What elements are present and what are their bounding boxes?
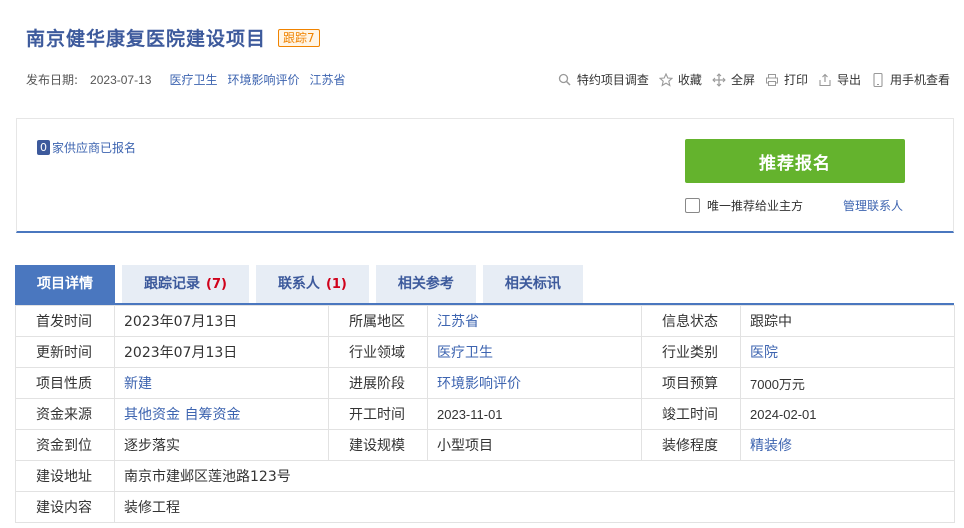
- export-action[interactable]: 导出: [818, 71, 861, 88]
- tab-label: 跟踪记录: [144, 276, 200, 292]
- completion-date-value: 2024-02-01: [740, 398, 955, 430]
- recommend-owner-checkbox[interactable]: [685, 198, 700, 213]
- action-bar: 特约项目调查 收藏 全屏 打印 导出 用手机查看: [548, 71, 950, 88]
- field-label: 首发时间: [15, 305, 115, 337]
- fullscreen-action[interactable]: 全屏: [712, 71, 755, 88]
- mobile-view-action[interactable]: 用手机查看: [871, 71, 950, 88]
- table-row: 建设地址 南京市建邺区莲池路123号: [15, 460, 955, 492]
- field-label: 项目性质: [15, 367, 115, 399]
- print-action[interactable]: 打印: [765, 71, 808, 88]
- recommend-signup-button[interactable]: 推荐报名: [685, 139, 905, 183]
- field-label: 行业类别: [641, 336, 741, 368]
- budget-value: 7000万元: [740, 367, 955, 399]
- export-label: 导出: [836, 73, 861, 87]
- supplier-count-text: 家供应商已报名: [52, 141, 137, 155]
- field-label: 所属地区: [328, 305, 428, 337]
- project-details-table: 首发时间 2023年07月13日 所属地区 江苏省 信息状态 跟踪中 更新时间 …: [15, 305, 955, 523]
- page-title: 南京健华康复医院建设项目: [26, 28, 267, 50]
- progress-stage-link[interactable]: 环境影响评价: [427, 367, 642, 399]
- tag-industry[interactable]: 医疗卫生: [169, 71, 217, 88]
- decoration-level-link[interactable]: 精装修: [740, 429, 955, 461]
- tag-stage[interactable]: 环境影响评价: [227, 71, 299, 88]
- tab-label: 项目详情: [37, 276, 93, 292]
- field-label: 项目预算: [641, 367, 741, 399]
- field-label: 竣工时间: [641, 398, 741, 430]
- start-date-value: 2023-11-01: [427, 398, 642, 430]
- survey-action[interactable]: 特约项目调查: [558, 71, 649, 88]
- mobile-icon: [871, 72, 885, 87]
- field-label: 资金到位: [15, 429, 115, 461]
- info-status-value: 跟踪中: [740, 305, 955, 337]
- field-label: 更新时间: [15, 336, 115, 368]
- field-label: 建设地址: [15, 460, 115, 492]
- mobile-view-label: 用手机查看: [889, 73, 950, 87]
- recommend-owner-option[interactable]: 唯一推荐给业主方: [685, 197, 803, 214]
- tab-count: (1): [325, 277, 347, 292]
- field-label: 行业领域: [328, 336, 428, 368]
- scale-value: 小型项目: [427, 429, 642, 461]
- manage-contacts-link[interactable]: 管理联系人: [843, 197, 903, 214]
- supplier-count-number: 0: [37, 140, 50, 155]
- construction-content-value: 装修工程: [114, 491, 955, 523]
- detail-tabs: 项目详情 跟踪记录 (7) 联系人 (1) 相关参考 相关标讯: [15, 265, 590, 303]
- printer-icon: [765, 73, 779, 87]
- favorite-action[interactable]: 收藏: [658, 71, 702, 88]
- tab-label: 相关参考: [397, 276, 454, 292]
- tab-tracking-records[interactable]: 跟踪记录 (7): [122, 265, 249, 303]
- table-row: 更新时间 2023年07月13日 行业领域 医疗卫生 行业类别 医院: [15, 336, 955, 368]
- industry-category-link[interactable]: 医院: [740, 336, 955, 368]
- publish-date: 2023-07-13: [90, 72, 152, 87]
- field-label: 装修程度: [641, 429, 741, 461]
- field-label: 建设内容: [15, 491, 115, 523]
- star-icon: [658, 72, 673, 87]
- search-doc-icon: [558, 73, 572, 87]
- tab-project-details[interactable]: 项目详情: [15, 265, 115, 303]
- tab-related-references[interactable]: 相关参考: [375, 265, 476, 303]
- tracking-badge[interactable]: 跟踪7: [278, 28, 320, 47]
- tab-count: (7): [206, 277, 227, 292]
- update-time-value: 2023年07月13日: [114, 336, 329, 368]
- tab-label: 相关标讯: [504, 276, 561, 292]
- signup-panel: 0 家供应商已报名 推荐报名 唯一推荐给业主方 管理联系人: [16, 118, 954, 233]
- survey-label: 特约项目调查: [576, 73, 649, 87]
- print-label: 打印: [783, 73, 808, 87]
- region-link[interactable]: 江苏省: [427, 305, 642, 337]
- move-arrows-icon: [712, 72, 726, 87]
- field-label: 开工时间: [328, 398, 428, 430]
- field-label: 进展阶段: [328, 367, 428, 399]
- field-label: 信息状态: [641, 305, 741, 337]
- tab-contacts[interactable]: 联系人 (1): [255, 265, 369, 303]
- table-row: 项目性质 新建 进展阶段 环境影响评价 项目预算 7000万元: [15, 367, 955, 399]
- favorite-label: 收藏: [677, 73, 702, 87]
- table-row: 资金来源 其他资金 自筹资金 开工时间 2023-11-01 竣工时间 2024…: [15, 398, 955, 430]
- supplier-count[interactable]: 0 家供应商已报名: [37, 139, 136, 156]
- tab-related-bids[interactable]: 相关标讯: [482, 265, 583, 303]
- table-row: 资金到位 逐步落实 建设规模 小型项目 装修程度 精装修: [15, 429, 955, 461]
- industry-link[interactable]: 医疗卫生: [427, 336, 642, 368]
- tag-region[interactable]: 江苏省: [309, 71, 345, 88]
- export-icon: [818, 73, 832, 87]
- funding-source-links[interactable]: 其他资金 自筹资金: [114, 398, 329, 430]
- field-label: 资金来源: [15, 398, 115, 430]
- first-publish-value: 2023年07月13日: [114, 305, 329, 337]
- field-label: 建设规模: [328, 429, 428, 461]
- meta-row: 发布日期: 2023-07-13 医疗卫生 环境影响评价 江苏省: [26, 71, 355, 88]
- table-row: 首发时间 2023年07月13日 所属地区 江苏省 信息状态 跟踪中: [15, 305, 955, 337]
- project-nature-link[interactable]: 新建: [114, 367, 329, 399]
- recommend-owner-label: 唯一推荐给业主方: [707, 199, 804, 213]
- fullscreen-label: 全屏: [730, 73, 755, 87]
- funding-status-value: 逐步落实: [114, 429, 329, 461]
- table-row: 建设内容 装修工程: [15, 491, 955, 523]
- tab-label: 联系人: [277, 276, 320, 292]
- address-value: 南京市建邺区莲池路123号: [114, 460, 955, 492]
- title-row: 南京健华康复医院建设项目 跟踪7: [26, 24, 320, 51]
- date-label: 发布日期:: [26, 73, 79, 87]
